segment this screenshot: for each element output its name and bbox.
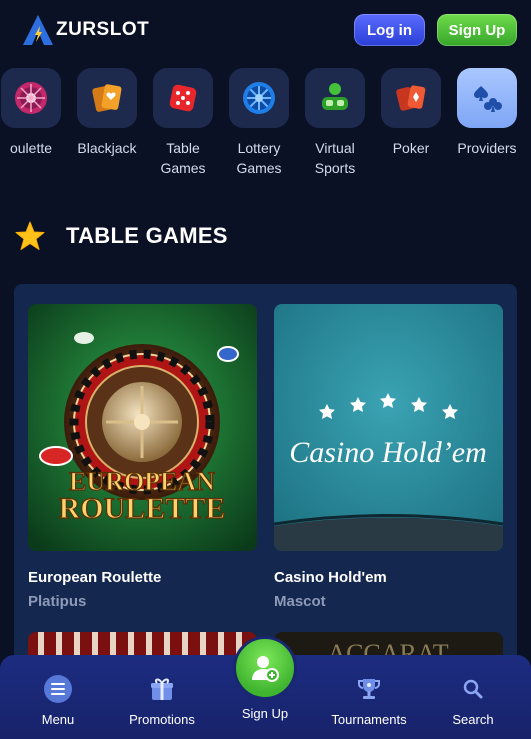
category-poker[interactable]: Poker bbox=[373, 66, 449, 158]
nav-signup-button[interactable] bbox=[233, 636, 297, 700]
category-blackjack[interactable]: Blackjack bbox=[69, 66, 145, 158]
nav-label: Tournaments bbox=[331, 712, 407, 727]
card-suits-icon bbox=[474, 86, 502, 112]
category-bar[interactable]: oulette Blackjack Table Games Lottery Ga… bbox=[0, 66, 531, 186]
nav-signup-label[interactable]: Sign Up bbox=[215, 706, 315, 721]
category-roulette[interactable]: oulette bbox=[0, 66, 69, 158]
game-provider: Mascot bbox=[274, 593, 326, 610]
game-card[interactable]: Casino Hold’em Casino Hold'em Mascot bbox=[274, 304, 503, 610]
game-card[interactable]: EUROPEAN ROULETTE European Roulette Plat… bbox=[28, 304, 257, 610]
login-button[interactable]: Log in bbox=[354, 14, 425, 46]
category-providers[interactable]: Providers bbox=[449, 66, 525, 158]
nav-menu[interactable]: Menu bbox=[8, 655, 108, 727]
logo[interactable]: ZURSLOT bbox=[22, 14, 149, 46]
star-icon bbox=[15, 221, 45, 250]
category-tile bbox=[153, 68, 213, 128]
poker-cards-icon bbox=[396, 85, 426, 111]
category-label: Providers bbox=[457, 140, 517, 156]
category-tile bbox=[229, 68, 289, 128]
search-icon bbox=[459, 675, 487, 703]
game-name[interactable]: Casino Hold'em bbox=[274, 569, 503, 586]
menu-icon bbox=[44, 675, 72, 703]
category-tile bbox=[381, 68, 441, 128]
category-label: Table Games bbox=[160, 140, 206, 176]
casino-holdem-art: Casino Hold’em bbox=[274, 304, 503, 551]
category-table-games[interactable]: Table Games bbox=[145, 66, 221, 178]
cards-heart-icon bbox=[92, 84, 122, 112]
nav-search[interactable]: Search bbox=[423, 655, 523, 727]
game-thumbnail[interactable]: EUROPEAN ROULETTE bbox=[28, 304, 257, 551]
art-title: Casino Hold’em bbox=[289, 436, 487, 469]
signup-button[interactable]: Sign Up bbox=[437, 14, 517, 46]
dice-icon bbox=[169, 84, 197, 112]
trophy-icon bbox=[355, 675, 383, 703]
logo-text: ZURSLOT bbox=[56, 19, 150, 40]
header: ZURSLOT Log in Sign Up bbox=[0, 0, 531, 60]
logo-a-icon bbox=[23, 15, 53, 45]
nav-label: Menu bbox=[41, 712, 75, 727]
category-label: Virtual Sports bbox=[314, 140, 356, 176]
gift-icon bbox=[148, 675, 176, 703]
vr-headset-icon bbox=[322, 83, 348, 110]
section-title: TABLE GAMES bbox=[66, 223, 228, 248]
category-tile bbox=[305, 68, 365, 128]
category-lottery-games[interactable]: Lottery Games bbox=[221, 66, 297, 178]
category-tile bbox=[77, 68, 137, 128]
category-tile bbox=[1, 68, 61, 128]
category-tile bbox=[457, 68, 517, 128]
nav-label: Search bbox=[452, 712, 494, 727]
art-title-line2: ROULETTE bbox=[59, 492, 226, 525]
category-label: Poker bbox=[392, 140, 430, 156]
game-provider: Platipus bbox=[28, 593, 87, 610]
auth-buttons: Log in Sign Up bbox=[354, 14, 517, 46]
nav-promotions[interactable]: Promotions bbox=[112, 655, 212, 727]
roulette-icon bbox=[15, 82, 47, 114]
category-label: Blackjack bbox=[77, 140, 137, 156]
lottery-wheel-icon bbox=[243, 82, 275, 114]
game-name[interactable]: European Roulette bbox=[28, 569, 257, 586]
game-thumbnail[interactable]: Casino Hold’em bbox=[274, 304, 503, 551]
nav-tournaments[interactable]: Tournaments bbox=[319, 655, 419, 727]
category-label: Lottery Games bbox=[236, 140, 282, 176]
nav-label: Promotions bbox=[129, 712, 195, 727]
european-roulette-art: EUROPEAN ROULETTE bbox=[28, 304, 257, 551]
section-header: TABLE GAMES bbox=[14, 220, 228, 252]
add-user-icon bbox=[252, 656, 279, 682]
category-virtual-sports[interactable]: Virtual Sports bbox=[297, 66, 373, 178]
category-label: oulette bbox=[9, 140, 53, 156]
